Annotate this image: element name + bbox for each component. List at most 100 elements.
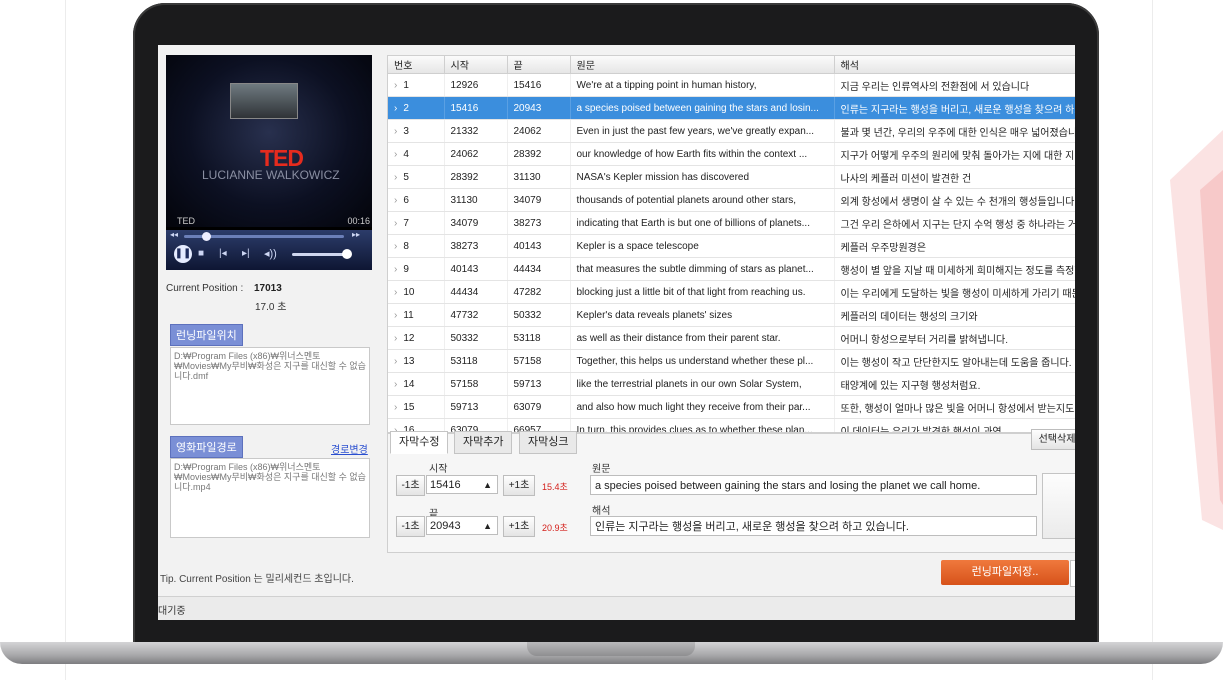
cell-end[interactable]: 63079: [507, 395, 571, 419]
cell-number[interactable]: › 3: [388, 119, 445, 143]
tab-edit-subtitle[interactable]: 자막수정: [390, 431, 449, 454]
change-path-link[interactable]: 경로변경: [331, 441, 368, 456]
cell-start[interactable]: 44434: [444, 280, 508, 304]
expand-chevron-icon[interactable]: ›: [394, 310, 397, 321]
cell-end[interactable]: 20943: [507, 96, 571, 120]
original-text-input[interactable]: a species poised between gaining the sta…: [590, 475, 1037, 495]
cell-end[interactable]: 24062: [507, 119, 571, 143]
cell-start[interactable]: 15416: [444, 96, 508, 120]
cell-original[interactable]: Kepler is a space telescope: [570, 234, 835, 258]
start-plus-button[interactable]: +1초: [503, 475, 535, 496]
table-row[interactable]: › 4 24062 28392 our knowledge of how Earth f…: [388, 142, 1075, 166]
save-running-file-button[interactable]: 런닝파일저장..: [941, 560, 1069, 585]
cell-translation[interactable]: 그건 우리 은하에서 지구는 단지 수억 행성 중 하나라는 거죠.: [834, 211, 1075, 235]
cell-translation[interactable]: 인류는 지구라는 행성을 버리고, 새로운 행성을 찾으려 하고 있습니다.: [834, 96, 1075, 120]
cell-start[interactable]: 53118: [444, 349, 508, 373]
header-start[interactable]: 시작: [444, 56, 508, 74]
cell-end[interactable]: 53118: [507, 326, 571, 350]
expand-chevron-icon[interactable]: ›: [394, 379, 397, 390]
cell-translation[interactable]: 태양계에 있는 지구형 행성처럼요.: [834, 372, 1075, 396]
cell-number[interactable]: › 2: [388, 96, 445, 120]
header-number[interactable]: 번호: [388, 56, 445, 74]
cell-start[interactable]: 34079: [444, 211, 508, 235]
cell-end[interactable]: 59713: [507, 372, 571, 396]
cell-number[interactable]: › 7: [388, 211, 445, 235]
translation-text-input[interactable]: 인류는 지구라는 행성을 버리고, 새로운 행성을 찾으려 하고 있습니다.: [590, 516, 1037, 536]
cell-start[interactable]: 31130: [444, 188, 508, 212]
stop-icon[interactable]: ■: [198, 248, 204, 259]
cell-start[interactable]: 12926: [444, 73, 508, 97]
header-original[interactable]: 원문: [570, 56, 835, 74]
cell-translation[interactable]: 어머니 항성으로부터 거리를 밝혀냅니다.: [834, 326, 1075, 350]
start-minus-button[interactable]: -1초: [396, 475, 425, 496]
table-row[interactable]: › 10 44434 47282 blocking just a little bit …: [388, 280, 1075, 304]
expand-chevron-icon[interactable]: ›: [394, 172, 397, 183]
cell-translation[interactable]: 이는 우리에게 도달하는 빛을 행성이 미세하게 가리기 때문이죠.: [834, 280, 1075, 304]
secondary-button-edge[interactable]: [1070, 560, 1075, 587]
video-frame[interactable]: TED LUCIANNE WALKOWICZ TED 00:16: [166, 55, 372, 227]
table-row[interactable]: › 7 34079 38273 indicating that Earth is but…: [388, 211, 1075, 235]
cell-start[interactable]: 38273: [444, 234, 508, 258]
table-row[interactable]: › 15 59713 63079 and also how much light the…: [388, 395, 1075, 419]
cell-translation[interactable]: 케플러의 데이터는 행성의 크기와: [834, 303, 1075, 327]
expand-chevron-icon[interactable]: ›: [394, 241, 397, 252]
cell-translation[interactable]: 지구가 어떻게 우주의 원리에 맞춰 돌아가는 지에 대한 지식도요.: [834, 142, 1075, 166]
table-row[interactable]: › 2 15416 20943 a species poised between gai…: [388, 96, 1075, 120]
start-time-input[interactable]: 15416 ▲: [426, 475, 498, 494]
cell-original[interactable]: our knowledge of how Earth fits within t…: [570, 142, 835, 166]
cell-number[interactable]: › 14: [388, 372, 445, 396]
cell-original[interactable]: as well as their distance from their par…: [570, 326, 835, 350]
volume-icon[interactable]: ◂)): [264, 247, 277, 260]
cell-number[interactable]: › 13: [388, 349, 445, 373]
cell-end[interactable]: 50332: [507, 303, 571, 327]
cell-translation[interactable]: 나사의 케플러 미션이 발견한 건: [834, 165, 1075, 189]
expand-chevron-icon[interactable]: ›: [394, 149, 397, 160]
table-row[interactable]: › 12 50332 53118 as well as their distance f…: [388, 326, 1075, 350]
seek-handle[interactable]: [202, 232, 211, 241]
cell-start[interactable]: 40143: [444, 257, 508, 281]
cell-number[interactable]: › 15: [388, 395, 445, 419]
end-plus-button[interactable]: +1초: [503, 516, 535, 537]
cell-original[interactable]: In turn, this provides clues as to wheth…: [570, 418, 835, 432]
cell-end[interactable]: 28392: [507, 142, 571, 166]
cell-number[interactable]: › 8: [388, 234, 445, 258]
cell-original[interactable]: and also how much light they receive fro…: [570, 395, 835, 419]
pause-button[interactable]: ❚❚: [174, 245, 192, 263]
expand-chevron-icon[interactable]: ›: [394, 103, 397, 114]
cell-number[interactable]: › 11: [388, 303, 445, 327]
cell-translation[interactable]: 또한, 행성이 얼마나 많은 빛을 어머니 항성에서 받는지도요.: [834, 395, 1075, 419]
running-file-path[interactable]: D:₩Program Files (x86)₩위너스멘토₩Movies₩My무비…: [170, 347, 370, 425]
next-icon[interactable]: ▸|: [242, 248, 250, 259]
cell-translation[interactable]: 행성이 별 앞을 지날 때 미세하게 희미해지는 정도를 측정합니다.: [834, 257, 1075, 281]
cell-original[interactable]: like the terrestrial planets in our own …: [570, 372, 835, 396]
table-row[interactable]: › 8 38273 40143 Kepler is a space telescope 케…: [388, 234, 1075, 258]
table-row[interactable]: › 13 53118 57158 Together, this helps us und…: [388, 349, 1075, 373]
table-row[interactable]: › 1 12926 15416 We're at a tipping point in …: [388, 73, 1075, 97]
table-row[interactable]: › 3 21332 24062 Even in just the past few ye…: [388, 119, 1075, 143]
header-end[interactable]: 끝: [507, 56, 571, 74]
cell-original[interactable]: a species poised between gaining the sta…: [570, 96, 835, 120]
cell-original[interactable]: We're at a tipping point in human histor…: [570, 73, 835, 97]
table-row[interactable]: › 5 28392 31130 NASA's Kepler mission has di…: [388, 165, 1075, 189]
cell-start[interactable]: 24062: [444, 142, 508, 166]
cell-number[interactable]: › 6: [388, 188, 445, 212]
cell-end[interactable]: 40143: [507, 234, 571, 258]
expand-chevron-icon[interactable]: ›: [394, 402, 397, 413]
tab-add-subtitle[interactable]: 자막추가: [454, 431, 513, 454]
cell-number[interactable]: › 4: [388, 142, 445, 166]
spinner-arrows-icon[interactable]: ▲: [483, 476, 492, 495]
cell-end[interactable]: 44434: [507, 257, 571, 281]
cell-translation[interactable]: 지금 우리는 인류역사의 전환점에 서 있습니다: [834, 73, 1075, 97]
spinner-arrows-icon[interactable]: ▲: [483, 517, 492, 536]
cell-start[interactable]: 59713: [444, 395, 508, 419]
cell-original[interactable]: Even in just the past few years, we've g…: [570, 119, 835, 143]
cell-start[interactable]: 21332: [444, 119, 508, 143]
cell-number[interactable]: › 1: [388, 73, 445, 97]
cell-start[interactable]: 50332: [444, 326, 508, 350]
table-row[interactable]: › 6 31130 34079 thousands of potential plane…: [388, 188, 1075, 212]
cell-translation[interactable]: 불과 몇 년간, 우리의 우주에 대한 인식은 매우 넓어졌습니다.: [834, 119, 1075, 143]
cell-original[interactable]: NASA's Kepler mission has discovered: [570, 165, 835, 189]
cell-start[interactable]: 28392: [444, 165, 508, 189]
end-minus-button[interactable]: -1초: [396, 516, 425, 537]
cell-original[interactable]: indicating that Earth is but one of bill…: [570, 211, 835, 235]
